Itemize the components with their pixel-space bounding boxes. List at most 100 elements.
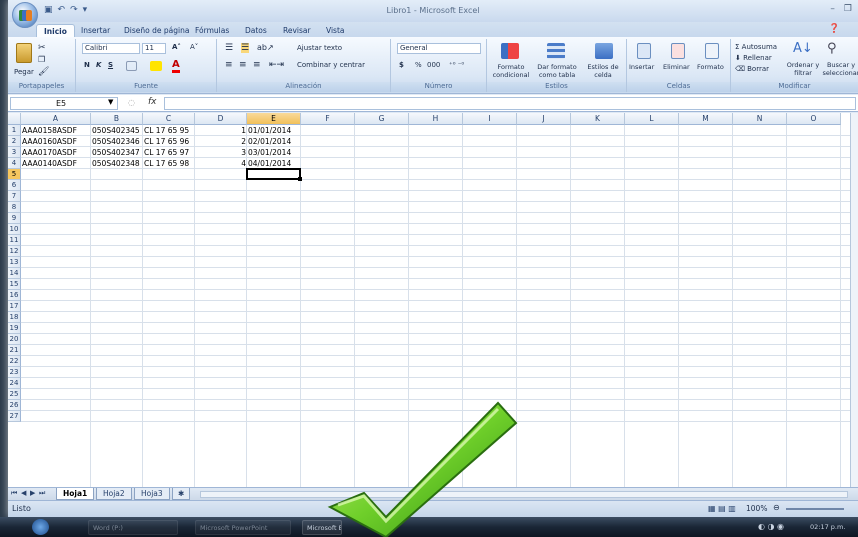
underline-button[interactable]: S bbox=[108, 61, 113, 69]
format-table-icon[interactable] bbox=[547, 43, 565, 59]
font-size-select[interactable]: 11 bbox=[142, 43, 166, 54]
paste-icon[interactable] bbox=[16, 43, 32, 63]
name-box-dropdown-icon[interactable]: ▼ bbox=[108, 98, 113, 106]
row-header[interactable]: 17 bbox=[8, 301, 21, 312]
column-header[interactable]: F bbox=[301, 113, 355, 125]
cell-b2[interactable]: 050S402346 bbox=[91, 136, 143, 147]
zoom-out-icon[interactable]: ⊖ bbox=[773, 503, 780, 512]
font-name-select[interactable]: Calibri bbox=[82, 43, 140, 54]
merge-center-button[interactable]: Combinar y centrar bbox=[297, 61, 365, 69]
cell-d4[interactable]: 4 bbox=[195, 158, 247, 169]
column-header[interactable]: D bbox=[195, 113, 247, 125]
row-header[interactable]: 14 bbox=[8, 268, 21, 279]
cell-a3[interactable]: AAA0170ASDF bbox=[21, 147, 91, 158]
cell-b4[interactable]: 050S402348 bbox=[91, 158, 143, 169]
cell-c2[interactable]: CL 17 65 96 bbox=[143, 136, 195, 147]
last-sheet-icon[interactable]: ⏭ bbox=[39, 489, 45, 498]
tab-insertar[interactable]: Insertar bbox=[74, 24, 117, 37]
vertical-scrollbar[interactable] bbox=[850, 113, 858, 487]
start-button[interactable] bbox=[32, 519, 49, 535]
wrap-text-button[interactable]: Ajustar texto bbox=[297, 44, 342, 52]
tab-formulas[interactable]: Fórmulas bbox=[188, 24, 236, 37]
row-header[interactable]: 7 bbox=[8, 191, 21, 202]
zoom-slider[interactable] bbox=[786, 508, 844, 510]
insert-sheet-icon[interactable]: ✱ bbox=[172, 488, 191, 500]
cell-d2[interactable]: 2 bbox=[195, 136, 247, 147]
row-header[interactable]: 4 bbox=[8, 158, 21, 169]
cell-b3[interactable]: 050S402347 bbox=[91, 147, 143, 158]
restore-icon[interactable]: ❐ bbox=[844, 4, 852, 14]
first-sheet-icon[interactable]: ⏮ bbox=[11, 489, 17, 498]
binoculars-icon[interactable]: ⚲ bbox=[827, 41, 837, 56]
row-header[interactable]: 25 bbox=[8, 389, 21, 400]
align-top-icon[interactable]: ☰ bbox=[225, 43, 233, 53]
row-header[interactable]: 13 bbox=[8, 257, 21, 268]
fx-icon[interactable]: fx bbox=[148, 97, 157, 107]
copy-icon[interactable]: ❐ bbox=[38, 55, 45, 64]
indent-icon[interactable]: ⇤⇥ bbox=[269, 60, 284, 70]
cell-c3[interactable]: CL 17 65 97 bbox=[143, 147, 195, 158]
cell-e2[interactable]: 02/01/2014 bbox=[247, 136, 301, 147]
autosum-button[interactable]: Σ Autosuma bbox=[735, 43, 777, 51]
tab-diseno[interactable]: Diseño de página bbox=[117, 24, 196, 37]
sheet-tab-hoja3[interactable]: Hoja3 bbox=[134, 488, 170, 500]
cut-icon[interactable]: ✂ bbox=[38, 43, 46, 53]
bold-button[interactable]: N bbox=[84, 61, 90, 69]
sheet-tab-hoja2[interactable]: Hoja2 bbox=[96, 488, 132, 500]
column-header[interactable]: I bbox=[463, 113, 517, 125]
column-header[interactable]: O bbox=[787, 113, 841, 125]
currency-button[interactable]: $ bbox=[399, 61, 404, 69]
row-header[interactable]: 24 bbox=[8, 378, 21, 389]
row-header[interactable]: 16 bbox=[8, 290, 21, 301]
row-header[interactable]: 19 bbox=[8, 323, 21, 334]
align-middle-icon[interactable]: ☰ bbox=[241, 43, 250, 53]
borders-icon[interactable] bbox=[126, 61, 137, 71]
column-header[interactable]: B bbox=[91, 113, 143, 125]
help-icon[interactable]: ❓ bbox=[829, 24, 840, 34]
align-right-icon[interactable]: ≡ bbox=[253, 60, 261, 70]
cell-a1[interactable]: AAA0158ASDF bbox=[21, 125, 91, 136]
column-header[interactable]: J bbox=[517, 113, 571, 125]
minimize-icon[interactable]: – bbox=[830, 4, 835, 14]
paste-button[interactable]: Pegar bbox=[14, 68, 34, 76]
cell-a4[interactable]: AAA0140ASDF bbox=[21, 158, 91, 169]
column-header[interactable]: A bbox=[21, 113, 91, 125]
cell-d1[interactable]: 1 bbox=[195, 125, 247, 136]
view-buttons[interactable]: ▦ ▤ ▥ bbox=[708, 504, 736, 513]
tab-inicio[interactable]: Inicio bbox=[36, 24, 75, 37]
cell-a2[interactable]: AAA0160ASDF bbox=[21, 136, 91, 147]
row-header[interactable]: 23 bbox=[8, 367, 21, 378]
row-header[interactable]: 18 bbox=[8, 312, 21, 323]
cell-e3[interactable]: 03/01/2014 bbox=[247, 147, 301, 158]
row-header[interactable]: 20 bbox=[8, 334, 21, 345]
row-header[interactable]: 3 bbox=[8, 147, 21, 158]
format-cells-icon[interactable] bbox=[705, 43, 719, 59]
clear-button[interactable]: ⌫ Borrar bbox=[735, 65, 769, 73]
cell-e1[interactable]: 01/01/2014 bbox=[247, 125, 301, 136]
sort-filter-button[interactable]: Ordenar y filtrar bbox=[783, 61, 823, 77]
sort-filter-icon[interactable]: A↓ bbox=[793, 41, 813, 56]
taskbar-item-powerpoint[interactable]: Microsoft PowerPoint bbox=[195, 520, 291, 535]
formula-input[interactable] bbox=[164, 97, 856, 110]
office-button[interactable] bbox=[12, 2, 38, 28]
row-header[interactable]: 22 bbox=[8, 356, 21, 367]
cell-c1[interactable]: CL 17 65 95 bbox=[143, 125, 195, 136]
column-header[interactable]: E bbox=[247, 113, 301, 125]
row-header[interactable]: 2 bbox=[8, 136, 21, 147]
cell-d3[interactable]: 3 bbox=[195, 147, 247, 158]
tab-revisar[interactable]: Revisar bbox=[276, 24, 318, 37]
column-header[interactable]: H bbox=[409, 113, 463, 125]
align-left-icon[interactable]: ≡ bbox=[225, 60, 233, 70]
column-header[interactable]: C bbox=[143, 113, 195, 125]
row-header[interactable]: 21 bbox=[8, 345, 21, 356]
format-painter-icon[interactable]: 🖌 bbox=[38, 67, 49, 77]
italic-button[interactable]: K bbox=[96, 61, 101, 69]
row-header[interactable]: 26 bbox=[8, 400, 21, 411]
select-all-corner[interactable] bbox=[8, 113, 21, 125]
insert-button[interactable]: Insertar bbox=[629, 63, 654, 71]
prev-sheet-icon[interactable]: ◀ bbox=[21, 489, 26, 497]
row-header[interactable]: 11 bbox=[8, 235, 21, 246]
function-wizard-icon[interactable]: ◌ bbox=[128, 98, 135, 107]
row-header[interactable]: 12 bbox=[8, 246, 21, 257]
thousands-button[interactable]: 000 bbox=[427, 61, 440, 69]
